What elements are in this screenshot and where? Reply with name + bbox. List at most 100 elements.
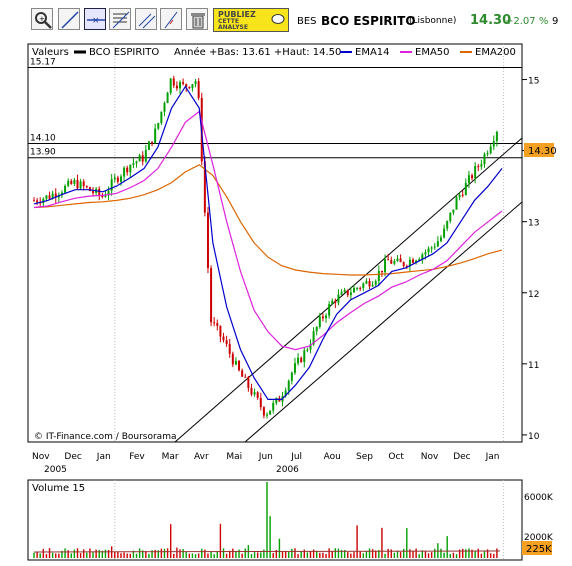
time-axis: Nov Dec Jan Fev Mar Avr Mai Jun Jul Aou Sep Oct Nov D… (32, 452, 499, 475)
legend-ema50-label: EMA50 (415, 47, 450, 58)
candle-body (98, 188, 101, 196)
volume-bar (291, 548, 293, 558)
volume-bar (489, 553, 492, 558)
volume-bar (173, 553, 175, 558)
candle-body (160, 111, 163, 124)
volume-bar (294, 548, 296, 558)
candle-body (306, 349, 309, 351)
candlesticks (33, 75, 498, 419)
candle-body (346, 289, 349, 296)
volume-bar (306, 552, 309, 558)
candle-body (241, 370, 244, 377)
volume-bar (319, 552, 321, 558)
volume-bar (207, 553, 209, 558)
volume-bar (45, 554, 48, 558)
candle-body (449, 212, 452, 222)
candle-body (169, 78, 172, 93)
volume-bar (185, 551, 187, 558)
volume-bar (204, 549, 206, 558)
candle-body (210, 268, 213, 323)
candle-body (231, 353, 234, 365)
volume-bar (86, 552, 88, 558)
volume-bar (381, 527, 383, 558)
candle-body (433, 246, 436, 248)
month-label: Jun (258, 452, 273, 462)
month-label: Mar (162, 452, 179, 462)
volume-bar (197, 553, 200, 558)
volume-bar (216, 552, 218, 558)
volume-bar (312, 549, 315, 558)
volume-bar (399, 552, 402, 558)
volume-bar (446, 536, 448, 558)
volume-bar (406, 528, 408, 558)
candle-body (113, 177, 116, 180)
candle-body (436, 241, 439, 247)
ema200-line (33, 164, 503, 276)
volume-bar (213, 554, 215, 558)
year-label: 2005 (44, 465, 67, 475)
candle-body (269, 410, 272, 415)
volume-bar (337, 548, 340, 558)
volume-bar (300, 551, 302, 558)
candle-body (244, 376, 247, 378)
volume-bar (250, 554, 253, 558)
volume-bar (120, 553, 122, 558)
volume-bar (36, 551, 38, 558)
volume-bar (371, 549, 374, 558)
stock-chart: Valeurs BCO ESPIRITO Année +Bas: 13.61 +… (27, 43, 557, 561)
ema14-line (33, 85, 503, 400)
candle-body (390, 260, 393, 264)
month-label: Jul (290, 452, 302, 462)
volume-bar (278, 538, 281, 558)
volume-bar (244, 548, 246, 558)
candle-body (424, 252, 427, 255)
candle-body (182, 82, 185, 84)
grid (114, 44, 505, 560)
volume-bar (424, 550, 427, 558)
candle-body (325, 315, 328, 319)
legend-range-label: Année +Bas: 13.61 +Haut: 14.50 (174, 46, 341, 58)
volume-bar (222, 548, 225, 558)
volume-bar (169, 524, 172, 558)
volume-tick-high: 6000K (524, 493, 554, 503)
month-label: Aou (324, 452, 341, 462)
volume-bar (468, 548, 470, 558)
month-label: Jan (485, 452, 500, 462)
level-label: 14.10 (30, 134, 56, 144)
volume-bar (73, 549, 76, 558)
candle-body (272, 402, 275, 411)
candle-body (82, 181, 85, 187)
volume-bar (297, 554, 299, 558)
month-label: Fev (129, 452, 145, 462)
volume-bar (353, 552, 355, 558)
candle-body (359, 287, 362, 289)
candle-body (371, 284, 374, 287)
volume-bar (266, 482, 268, 558)
candle-body (135, 161, 138, 164)
month-label: Dec (64, 452, 81, 462)
volume-bar (440, 548, 442, 558)
candle-body (474, 166, 477, 179)
volume-bar (95, 549, 97, 558)
candle-body (293, 363, 296, 373)
candle-body (331, 300, 334, 305)
volume-bar (350, 553, 352, 558)
candle-body (467, 175, 470, 183)
volume-bar (434, 548, 436, 558)
price-tick-label: 10 (528, 432, 540, 442)
price-tick-label: 11 (528, 361, 539, 371)
volume-bar (483, 550, 486, 558)
volume-bar (322, 552, 324, 558)
candle-body (259, 397, 262, 408)
price-panel-frame (27, 43, 523, 443)
candle-body (238, 360, 241, 371)
volume-bar (160, 548, 163, 558)
volume-bar (117, 552, 119, 558)
volume-bar (55, 553, 57, 558)
price-tick-label: 12 (528, 290, 539, 300)
legend-ema14-label: EMA14 (355, 47, 390, 58)
volume-bar (235, 551, 237, 558)
volume-bar (477, 548, 479, 558)
volume-bar (154, 549, 156, 558)
volume-bar (430, 552, 433, 558)
